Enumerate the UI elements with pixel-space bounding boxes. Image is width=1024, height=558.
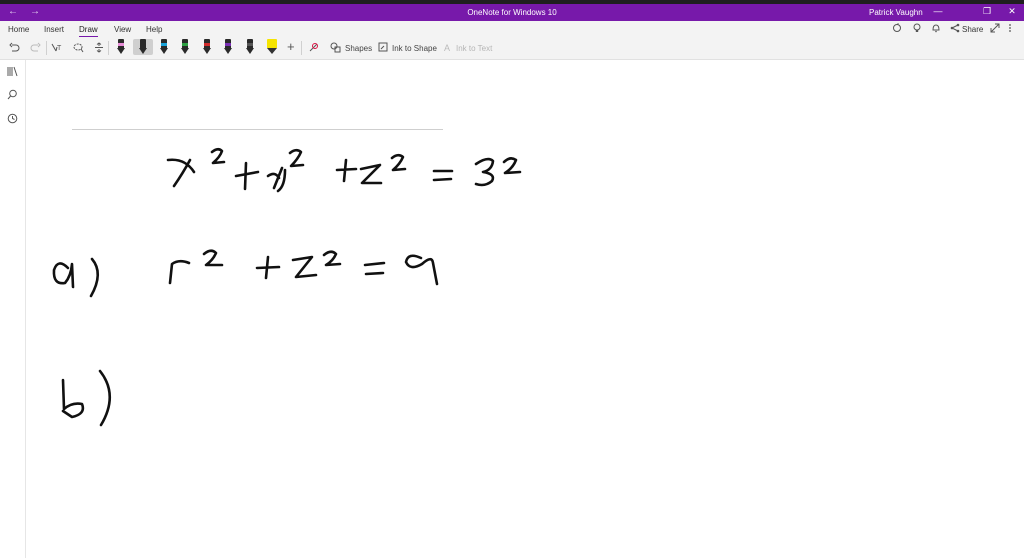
handwritten-ink[interactable] [0,0,1024,558]
ink-line-2 [52,249,439,298]
ink-line-1 [166,147,522,193]
ink-line-3 [61,369,112,427]
